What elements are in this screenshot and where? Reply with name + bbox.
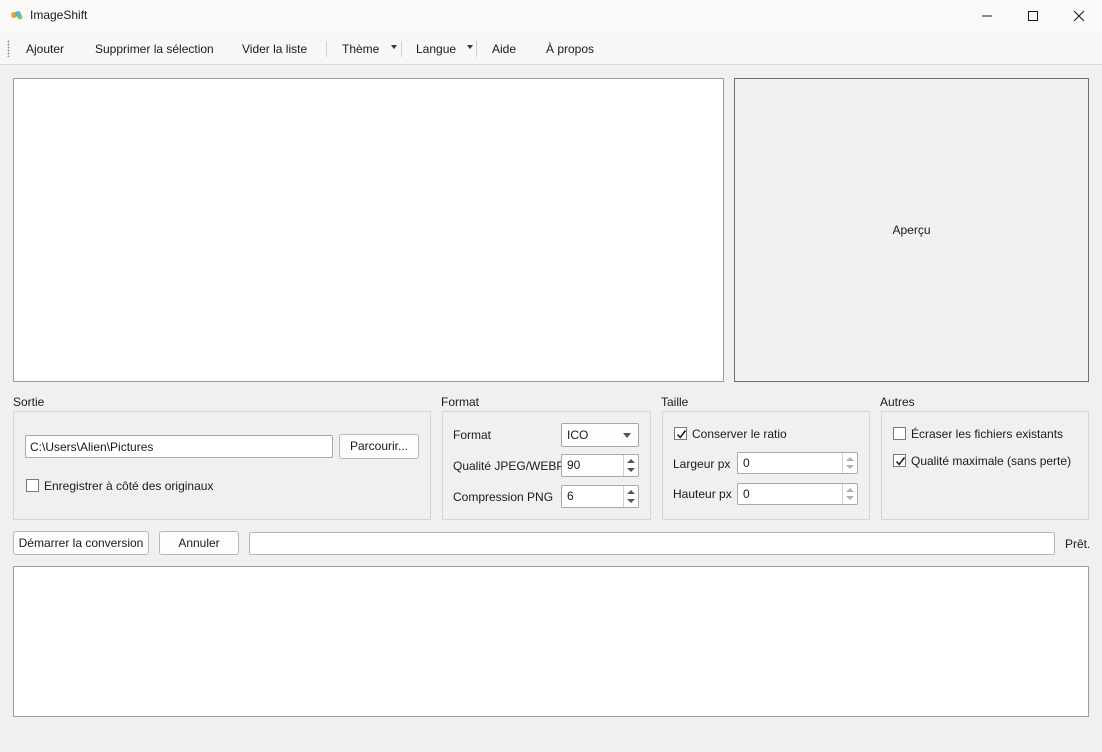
preview-panel: Aperçu: [734, 78, 1089, 382]
arrow-up-icon[interactable]: [846, 488, 854, 492]
arrow-down-icon[interactable]: [627, 468, 635, 472]
chevron-down-icon: [623, 433, 631, 438]
log-area[interactable]: [13, 566, 1089, 717]
toolbar-separator: [476, 41, 477, 57]
maximize-icon: [1028, 10, 1038, 21]
toolbar-grip-icon[interactable]: [7, 40, 10, 57]
png-compression-stepper[interactable]: [623, 486, 638, 507]
remove-selection-button[interactable]: Supprimer la sélection: [95, 40, 214, 58]
arrow-up-icon[interactable]: [627, 490, 635, 494]
height-stepper[interactable]: [842, 484, 857, 504]
language-menu-button[interactable]: Langue: [416, 40, 456, 58]
overwrite-checkbox[interactable]: [893, 427, 906, 440]
clear-list-button[interactable]: Vider la liste: [242, 40, 307, 58]
format-group-label: Format: [441, 395, 480, 409]
add-button[interactable]: Ajouter: [26, 40, 64, 58]
keep-ratio-checkbox[interactable]: [674, 427, 687, 440]
checkmark-icon: [895, 457, 906, 466]
format-label: Format: [453, 428, 492, 442]
cancel-button[interactable]: Annuler: [159, 531, 239, 555]
format-select-value: ICO: [567, 428, 589, 442]
minimize-button[interactable]: [964, 0, 1010, 31]
app-logo-icon: [10, 9, 24, 21]
png-compression-spinbox[interactable]: 6: [561, 485, 639, 508]
close-button[interactable]: [1056, 0, 1102, 31]
arrow-up-icon[interactable]: [846, 457, 854, 461]
status-text: Prêt.: [1065, 537, 1091, 551]
size-group-label: Taille: [661, 395, 689, 409]
progress-bar: [249, 532, 1055, 555]
help-button[interactable]: Aide: [492, 40, 516, 58]
height-spinbox[interactable]: 0: [737, 483, 858, 505]
format-select[interactable]: ICO: [561, 423, 639, 447]
minimize-icon: [982, 15, 992, 16]
width-label: Largeur px: [673, 457, 731, 471]
maximize-button[interactable]: [1010, 0, 1056, 31]
max-quality-label: Qualité maximale (sans perte): [911, 454, 1072, 468]
checkmark-icon: [676, 430, 687, 439]
arrow-down-icon[interactable]: [846, 496, 854, 500]
theme-menu-button[interactable]: Thème: [342, 40, 379, 58]
arrow-down-icon[interactable]: [627, 499, 635, 503]
jpeg-quality-spinbox[interactable]: 90: [561, 454, 639, 477]
theme-dropdown-arrow-icon: [391, 45, 397, 49]
window-title: ImageShift: [30, 8, 88, 22]
png-compression-label: Compression PNG: [453, 490, 554, 504]
save-next-to-originals-label: Enregistrer à côté des originaux: [44, 479, 214, 493]
max-quality-checkbox[interactable]: [893, 454, 906, 467]
other-group-label: Autres: [880, 395, 915, 409]
file-list[interactable]: [13, 78, 724, 382]
toolbar-separator: [326, 41, 327, 57]
jpeg-quality-label: Qualité JPEG/WEBP: [453, 459, 565, 473]
browse-button[interactable]: Parcourir...: [339, 434, 419, 459]
png-compression-value: 6: [567, 489, 574, 503]
about-button[interactable]: À propos: [546, 40, 594, 58]
arrow-up-icon[interactable]: [627, 459, 635, 463]
save-next-to-originals-checkbox[interactable]: [26, 479, 39, 492]
width-stepper[interactable]: [842, 453, 857, 473]
output-group-label: Sortie: [13, 395, 45, 409]
title-bar: [0, 0, 1102, 31]
height-value: 0: [743, 487, 750, 501]
keep-ratio-label: Conserver le ratio: [692, 427, 787, 441]
width-value: 0: [743, 456, 750, 470]
height-label: Hauteur px: [673, 487, 732, 501]
language-dropdown-arrow-icon: [467, 45, 473, 49]
overwrite-label: Écraser les fichiers existants: [911, 427, 1064, 441]
jpeg-quality-value: 90: [567, 458, 581, 472]
width-spinbox[interactable]: 0: [737, 452, 858, 474]
arrow-down-icon[interactable]: [846, 465, 854, 469]
jpeg-quality-stepper[interactable]: [623, 455, 638, 476]
preview-label: Aperçu: [892, 223, 931, 237]
start-conversion-button[interactable]: Démarrer la conversion: [13, 531, 149, 555]
close-icon: [1073, 10, 1085, 21]
output-path-input[interactable]: C:\Users\Alien\Pictures: [25, 435, 333, 458]
output-group: [13, 411, 431, 520]
toolbar-separator: [401, 41, 402, 57]
